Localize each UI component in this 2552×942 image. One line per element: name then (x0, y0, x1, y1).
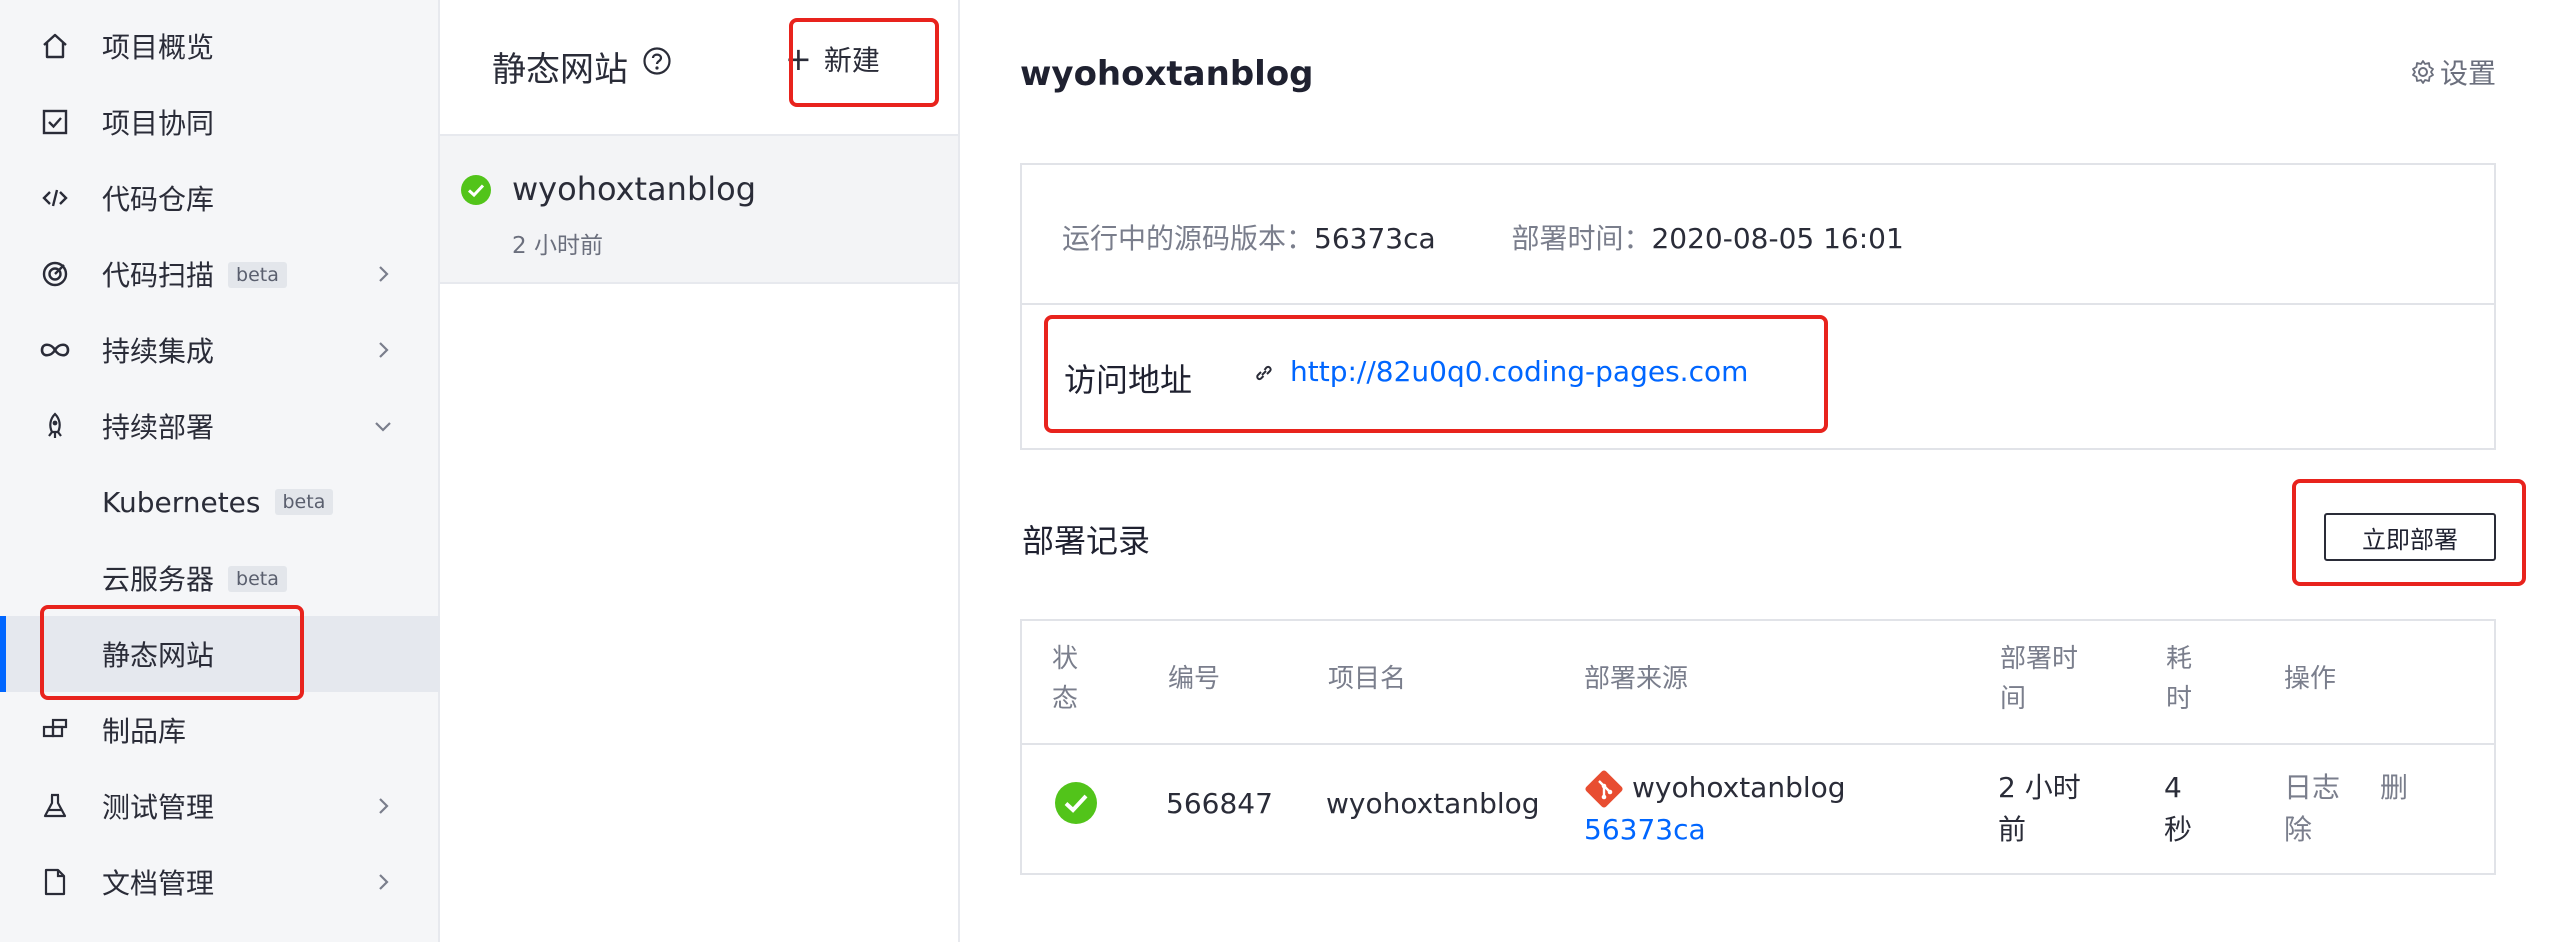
gear-icon (2412, 60, 2434, 84)
source-commit-link[interactable]: 56373ca (1584, 809, 1706, 851)
deploy-number: 566847 (1166, 787, 1273, 820)
sidebar-item-kubernetes[interactable]: Kubernetes beta (0, 464, 440, 540)
new-site-button[interactable]: + 新建 (785, 34, 913, 84)
divider (1022, 303, 2494, 305)
deploy-now-button[interactable]: 立即部署 (2324, 513, 2496, 561)
git-icon (1585, 770, 1623, 808)
panel-title: 静态网站 (492, 50, 628, 90)
site-list-panel: 静态网站 + 新建 wyohoxtanblog 2 小时前 (440, 0, 960, 942)
settings-label: 设置 (2440, 57, 2497, 90)
site-name: wyohoxtanblog (512, 170, 757, 208)
sidebar-item-label: 代码扫描 beta (102, 254, 287, 294)
sidebar-item-collaboration[interactable]: 项目协同 (0, 84, 440, 160)
sidebar-item-static-site[interactable]: 静态网站 (0, 616, 440, 692)
sidebar-item-code-repo[interactable]: 代码仓库 (0, 160, 440, 236)
new-site-label: 新建 (823, 44, 880, 77)
sidebar-item-label: 项目协同 (102, 107, 215, 140)
chevron-right-icon (379, 798, 389, 814)
sidebar-item-label: 云服务器 beta (102, 558, 287, 598)
beta-badge: beta (228, 262, 287, 288)
sidebar: 项目概览 项目协同 代码仓库 代码扫描 beta 持续集成 持续部署 Kuber… (0, 0, 440, 942)
sidebar-item-label: 制品库 (102, 715, 187, 748)
column-header-time: 部署时间 (2000, 644, 2079, 714)
sidebar-item-artifacts[interactable]: 制品库 (0, 692, 440, 768)
sidebar-item-ci[interactable]: 持续集成 (0, 312, 440, 388)
chevron-down-icon (375, 422, 391, 432)
delete-link[interactable]: 删 除 (2284, 767, 2414, 851)
document-icon (38, 865, 72, 899)
deploy-time-cell: 2 小时前 (1998, 771, 2081, 846)
column-header-number: 编号 (1168, 664, 1221, 694)
sidebar-item-cloud-server[interactable]: 云服务器 beta (0, 540, 440, 616)
scan-icon (38, 257, 72, 291)
sidebar-item-testing[interactable]: 测试管理 (0, 768, 440, 844)
deploy-time: 2020-08-05 16:01 (1651, 222, 1904, 255)
chevron-right-icon (379, 874, 389, 890)
sidebar-item-label: 持续集成 (102, 335, 215, 368)
column-header-duration: 耗时 (2166, 644, 2193, 714)
sidebar-item-label: 代码仓库 (102, 183, 215, 216)
settings-button[interactable]: 设置 (2410, 52, 2496, 92)
visit-address-label: 访问地址 (1064, 361, 1193, 399)
column-header-ops: 操作 (2284, 664, 2337, 694)
deploy-records-table: 状态 编号 项目名 部署来源 部署时间 耗时 操作 566847 wyohoxt… (1020, 619, 2496, 875)
version-info: 运行中的源码版本：56373ca 部署时间：2020-08-05 16:01 (1062, 222, 1904, 255)
beta-badge: beta (274, 488, 334, 515)
divider (1022, 743, 2494, 745)
code-icon (38, 181, 72, 215)
chevron-right-icon (379, 342, 389, 358)
site-info-box: 运行中的源码版本：56373ca 部署时间：2020-08-05 16:01 访… (1020, 163, 2496, 450)
link-icon (1256, 365, 1272, 381)
sidebar-item-label: Kubernetes beta (102, 486, 334, 519)
plus-icon: + (785, 40, 812, 78)
chevron-right-icon (379, 266, 389, 282)
column-header-project: 项目名 (1328, 664, 1407, 694)
duration-cell: 4秒 (2164, 771, 2193, 846)
sidebar-item-label: 项目概览 (102, 31, 215, 64)
help-icon[interactable] (642, 46, 672, 76)
sidebar-item-label: 静态网站 (102, 639, 215, 672)
page-title: wyohoxtanblog (1020, 54, 1314, 94)
source-repo: wyohoxtanblog (1632, 771, 1846, 804)
artifact-icon (38, 713, 72, 747)
flask-icon (38, 789, 72, 823)
checkbox-icon (38, 105, 72, 139)
sidebar-item-label: 测试管理 (102, 791, 215, 824)
deploy-records-title: 部署记录 (1022, 522, 1151, 560)
sidebar-item-docs[interactable]: 文档管理 (0, 844, 440, 920)
infinity-icon (38, 333, 72, 367)
site-list-item[interactable]: wyohoxtanblog 2 小时前 (440, 134, 958, 284)
rocket-icon (38, 409, 72, 443)
project-name: wyohoxtanblog (1326, 787, 1540, 820)
sidebar-item-label: 文档管理 (102, 867, 215, 900)
sidebar-item-cd[interactable]: 持续部署 (0, 388, 440, 464)
source-version: 56373ca (1314, 222, 1436, 255)
home-icon (38, 29, 72, 63)
success-check-icon (461, 175, 491, 205)
sidebar-item-overview[interactable]: 项目概览 (0, 8, 440, 84)
column-header-status: 状态 (1052, 644, 1079, 714)
sidebar-item-label: 持续部署 (102, 411, 215, 444)
sidebar-item-code-scan[interactable]: 代码扫描 beta (0, 236, 440, 312)
site-updated-time: 2 小时前 (512, 233, 603, 259)
visit-url-link[interactable]: http://82u0q0.coding-pages.com (1290, 355, 1748, 388)
beta-badge: beta (228, 566, 287, 592)
success-check-icon (1055, 782, 1097, 824)
column-header-source: 部署来源 (1584, 664, 1689, 694)
